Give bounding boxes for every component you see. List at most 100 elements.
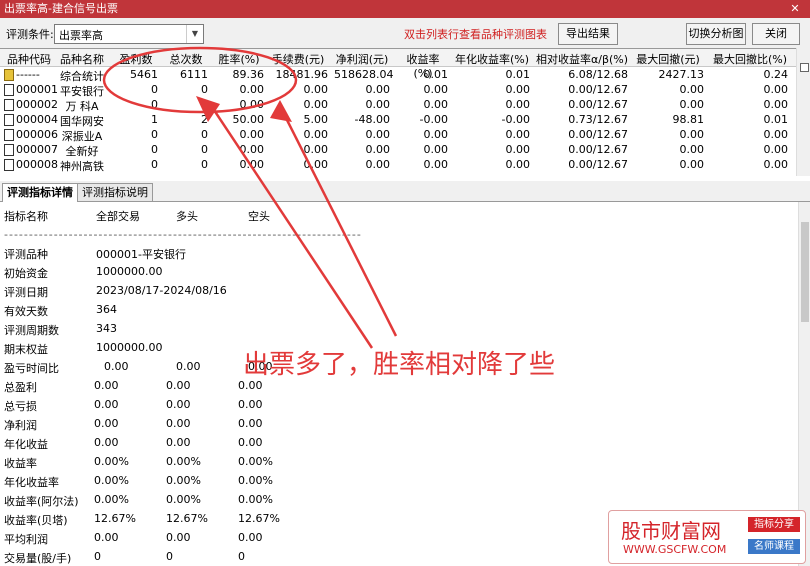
table-cell: 000008 — [16, 158, 58, 171]
table-cell: 0.00 — [763, 158, 789, 171]
table-cell: 0.00 — [423, 158, 449, 171]
logo-tag-course: 名师课程 — [748, 539, 800, 554]
table-cell: 5.00 — [303, 113, 329, 126]
metric-value: 12.67% — [238, 512, 280, 525]
table-cell: 0.00 — [239, 158, 265, 171]
column-header[interactable]: 净利润(元) — [334, 51, 390, 67]
condition-select[interactable]: 出票率高 ▼ — [54, 24, 204, 44]
metric-label: 收益率(阿尔法) — [4, 495, 79, 508]
table-cell: 0.00 — [365, 143, 391, 156]
table-cell: 0.00 — [423, 143, 449, 156]
table-cell: 2 — [201, 113, 208, 126]
col-header-name: 指标名称 — [4, 210, 48, 223]
metric-value: 0.00 — [94, 531, 119, 544]
metric-value: 12.67% — [166, 512, 208, 525]
column-header[interactable]: 盈利数 — [114, 51, 158, 67]
table-scrollbar[interactable] — [796, 48, 810, 176]
metric-value: 0.00% — [94, 474, 129, 487]
metric-value: 0.00% — [238, 455, 273, 468]
export-button[interactable]: 导出结果 — [558, 23, 618, 45]
table-row[interactable]: 000004 国华网安 1 2 50.00 5.00 -48.00 -0.00 -0.00 0.7… — [0, 112, 796, 128]
table-cell: 0 — [151, 143, 158, 156]
col-header-short: 空头 — [248, 210, 270, 223]
results-table: 品种代码 品种名称 盈利数 总次数 胜率(%) 手续费(元) 净利润(元) 收益率(%) 年化收… — [0, 48, 796, 177]
table-cell: 0.00 — [365, 158, 391, 171]
table-cell: 0.00 — [365, 98, 391, 111]
detail-tabs: 评测指标详情 评测指标说明 — [0, 181, 810, 202]
table-cell: -0.00 — [419, 113, 448, 126]
metric-value: 0.00 — [94, 379, 119, 392]
col-header-long: 多头 — [176, 210, 198, 223]
metric-value: 0.00 — [238, 417, 263, 430]
table-cell: 0.01 — [763, 113, 789, 126]
metric-value: 0 — [238, 550, 245, 563]
table-cell: 0.00 — [505, 98, 531, 111]
table-cell: 0.24 — [763, 68, 789, 81]
table-row[interactable]: 000002 万 科A 0 0 0.00 0.00 0.00 0.00 0.00 0.00/12.… — [0, 97, 796, 113]
metric-label: 交易量(股/手) — [4, 552, 72, 565]
table-cell: 518628.04 — [334, 68, 394, 81]
table-cell: 000001 — [16, 83, 58, 96]
metric-value: 0 — [94, 550, 101, 563]
info-value: 000001-平安银行 — [96, 248, 186, 261]
column-header[interactable]: 品种名称 — [56, 51, 108, 67]
table-cell: 0.00 — [239, 143, 265, 156]
table-row[interactable]: ------ 综合统计 5461 6111 89.36 18481.96 518628.04… — [0, 67, 796, 83]
metric-label: 年化收益率 — [4, 476, 59, 489]
info-value: 1000000.00 — [96, 341, 163, 354]
table-cell: 000002 — [16, 98, 58, 111]
close-button[interactable]: 关闭 — [752, 23, 800, 45]
table-cell: 0.00 — [679, 158, 705, 171]
detail-scroll-thumb[interactable] — [801, 222, 809, 322]
column-header[interactable]: 手续费(元) — [268, 51, 328, 67]
column-header[interactable]: 相对收益率α/β(%) — [536, 51, 628, 67]
column-header[interactable]: 最大回撤比(%) — [712, 51, 788, 67]
table-cell: 0.01 — [423, 68, 449, 81]
metric-value: 0.00 — [166, 436, 191, 449]
metric-value: 0.00% — [94, 455, 129, 468]
table-cell: 神州高铁 — [60, 160, 104, 173]
table-cell: 0.00 — [423, 128, 449, 141]
scroll-handle[interactable] — [800, 63, 809, 72]
column-header[interactable]: 品种代码 — [4, 51, 54, 67]
table-cell: 0 — [201, 158, 208, 171]
metric-value: 0.00 — [104, 360, 129, 373]
info-label: 有效天数 — [4, 305, 48, 318]
table-row[interactable]: 000006 深振业A 0 0 0.00 0.00 0.00 0.00 0.00 0.00/12.… — [0, 127, 796, 143]
table-cell: 6111 — [180, 68, 208, 81]
info-label: 期末权益 — [4, 343, 48, 356]
table-row[interactable]: 000008 神州高铁 0 0 0.00 0.00 0.00 0.00 0.00 0.00/12.… — [0, 157, 796, 173]
metric-label: 收益率 — [4, 457, 37, 470]
metric-label: 平均利润 — [4, 533, 48, 546]
table-header: 品种代码 品种名称 盈利数 总次数 胜率(%) 手续费(元) 净利润(元) 收益率(%) 年化收… — [0, 49, 796, 80]
table-cell: 0.00 — [303, 83, 329, 96]
table-cell: 0.00 — [303, 143, 329, 156]
metric-value: 12.67% — [94, 512, 136, 525]
logo-tag-share: 指标分享 — [748, 517, 800, 532]
folder-icon — [4, 69, 14, 81]
table-cell: 1 — [151, 113, 158, 126]
toolbar: 评测条件: 出票率高 ▼ 双击列表行查看品种评测图表 导出结果 切换分析图 关闭 — [0, 18, 810, 48]
table-cell: 0.00 — [763, 98, 789, 111]
column-header[interactable]: 胜率(%) — [214, 51, 264, 67]
column-header[interactable]: 年化收益率(%) — [454, 51, 530, 67]
switch-chart-button[interactable]: 切换分析图 — [686, 23, 746, 45]
annotation-text: 出票多了，胜率相对降了些 — [243, 350, 556, 380]
column-header[interactable]: 最大回撤(元) — [632, 51, 704, 67]
table-row[interactable]: 000001 平安银行 0 0 0.00 0.00 0.00 0.00 0.00 0.00/12.… — [0, 82, 796, 98]
document-icon — [4, 114, 14, 126]
table-cell: 89.36 — [232, 68, 265, 81]
table-row[interactable]: 000007 全新好 0 0 0.00 0.00 0.00 0.00 0.00 0.00/12.6… — [0, 142, 796, 158]
metric-value: 0.00% — [238, 474, 273, 487]
metric-value: 0.00 — [166, 531, 191, 544]
tab-description[interactable]: 评测指标说明 — [77, 183, 153, 201]
table-cell: 0 — [201, 143, 208, 156]
window-close-icon[interactable]: ✕ — [780, 0, 810, 18]
tab-detail[interactable]: 评测指标详情 — [2, 183, 78, 202]
column-header[interactable]: 总次数 — [164, 51, 208, 67]
metric-value: 0.00 — [238, 436, 263, 449]
col-header-all: 全部交易 — [96, 210, 140, 223]
table-cell: 000004 — [16, 113, 58, 126]
table-cell: 5461 — [130, 68, 158, 81]
chevron-down-icon[interactable]: ▼ — [186, 25, 203, 43]
